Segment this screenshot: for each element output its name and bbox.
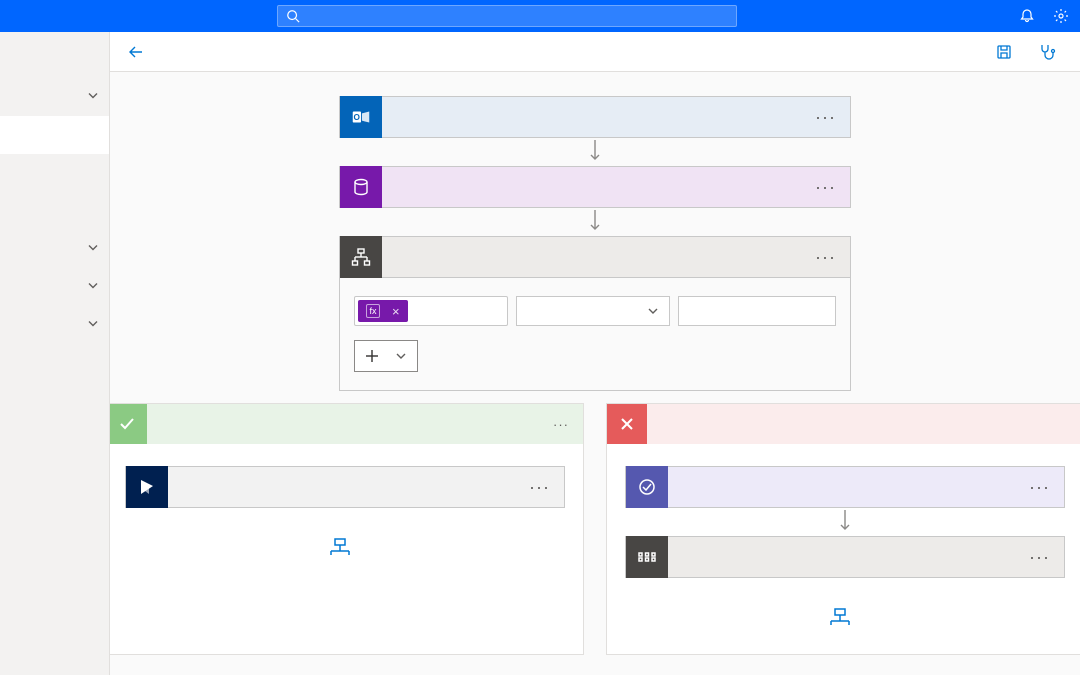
chevron-down-icon — [395, 350, 407, 362]
add-action-icon — [329, 538, 351, 556]
sidebar-item[interactable] — [0, 268, 109, 306]
switch-icon — [626, 536, 668, 578]
bell-icon[interactable] — [1018, 7, 1036, 25]
search-box[interactable] — [277, 5, 737, 27]
sidebar-item[interactable] — [0, 230, 109, 268]
flow-step-save-details[interactable]: ··· — [125, 466, 565, 508]
chevron-down-icon — [87, 90, 99, 105]
flow-checker-button[interactable] — [1038, 43, 1062, 61]
check-icon — [110, 404, 147, 444]
condition-operator-select[interactable] — [516, 296, 670, 326]
dynamics-icon — [126, 466, 168, 508]
sidebar-item[interactable] — [0, 306, 109, 344]
step-menu[interactable]: ··· — [801, 247, 850, 268]
add-action-button[interactable] — [625, 608, 1065, 626]
flow-step-switch[interactable]: ··· — [625, 536, 1065, 578]
arrow-left-icon — [128, 44, 144, 60]
step-menu[interactable]: ··· — [1015, 547, 1064, 568]
add-condition-button[interactable] — [354, 340, 418, 372]
add-action-icon — [829, 608, 851, 626]
connector-arrow — [835, 508, 855, 536]
sidebar-item[interactable] — [0, 344, 109, 382]
flow-step-approval[interactable]: ··· — [625, 466, 1065, 508]
sidebar-item-flows[interactable] — [0, 116, 109, 154]
gear-icon[interactable] — [1052, 7, 1070, 25]
svg-text:O: O — [353, 113, 360, 122]
step-menu[interactable]: ··· — [801, 177, 850, 198]
sidebar-item[interactable] — [0, 78, 109, 116]
close-icon — [607, 404, 647, 444]
flow-canvas: O ··· ··· ··· — [110, 72, 1080, 675]
approval-icon — [626, 466, 668, 508]
flow-step-trigger[interactable]: O ··· — [339, 96, 851, 138]
condition-editor: fx × — [339, 278, 851, 391]
search-icon — [286, 9, 300, 23]
branch-yes: ··· ··· — [110, 403, 584, 655]
database-icon — [340, 166, 382, 208]
connector-arrow — [585, 208, 605, 236]
header-icons — [1018, 7, 1070, 25]
branch-header-yes: ··· — [110, 404, 583, 444]
chevron-down-icon — [647, 305, 659, 317]
save-button[interactable] — [996, 44, 1018, 60]
connector-arrow — [585, 138, 605, 166]
fx-icon: fx — [366, 304, 380, 318]
back-button[interactable] — [128, 44, 144, 60]
stethoscope-icon — [1038, 43, 1056, 61]
chevron-down-icon — [87, 242, 99, 257]
search-input[interactable] — [306, 9, 728, 23]
flow-step-condition[interactable]: ··· — [339, 236, 851, 278]
step-menu[interactable]: ··· — [515, 477, 564, 498]
chevron-down-icon — [87, 318, 99, 333]
branch-no: ··· ··· — [606, 403, 1080, 655]
sidebar-item[interactable] — [0, 40, 109, 78]
remove-token-icon[interactable]: × — [392, 304, 400, 319]
branch-menu[interactable]: ··· — [553, 417, 569, 432]
sidebar-item[interactable] — [0, 154, 109, 192]
condition-left-input[interactable]: fx × — [354, 296, 508, 326]
chevron-down-icon — [87, 280, 99, 295]
expression-token: fx × — [358, 300, 408, 322]
top-header — [0, 0, 1080, 32]
sidebar-item[interactable] — [0, 382, 109, 420]
plus-icon — [365, 349, 379, 363]
sidebar — [0, 32, 110, 675]
outlook-icon: O — [340, 96, 382, 138]
step-menu[interactable]: ··· — [1015, 477, 1064, 498]
condition-value-input[interactable] — [678, 296, 836, 326]
step-menu[interactable]: ··· — [801, 107, 850, 128]
flow-step-ai-builder[interactable]: ··· — [339, 166, 851, 208]
save-icon — [996, 44, 1012, 60]
toolbar — [110, 32, 1080, 72]
add-action-button[interactable] — [125, 538, 565, 556]
branch-header-no — [607, 404, 1080, 444]
sidebar-item[interactable] — [0, 192, 109, 230]
condition-icon — [340, 236, 382, 278]
